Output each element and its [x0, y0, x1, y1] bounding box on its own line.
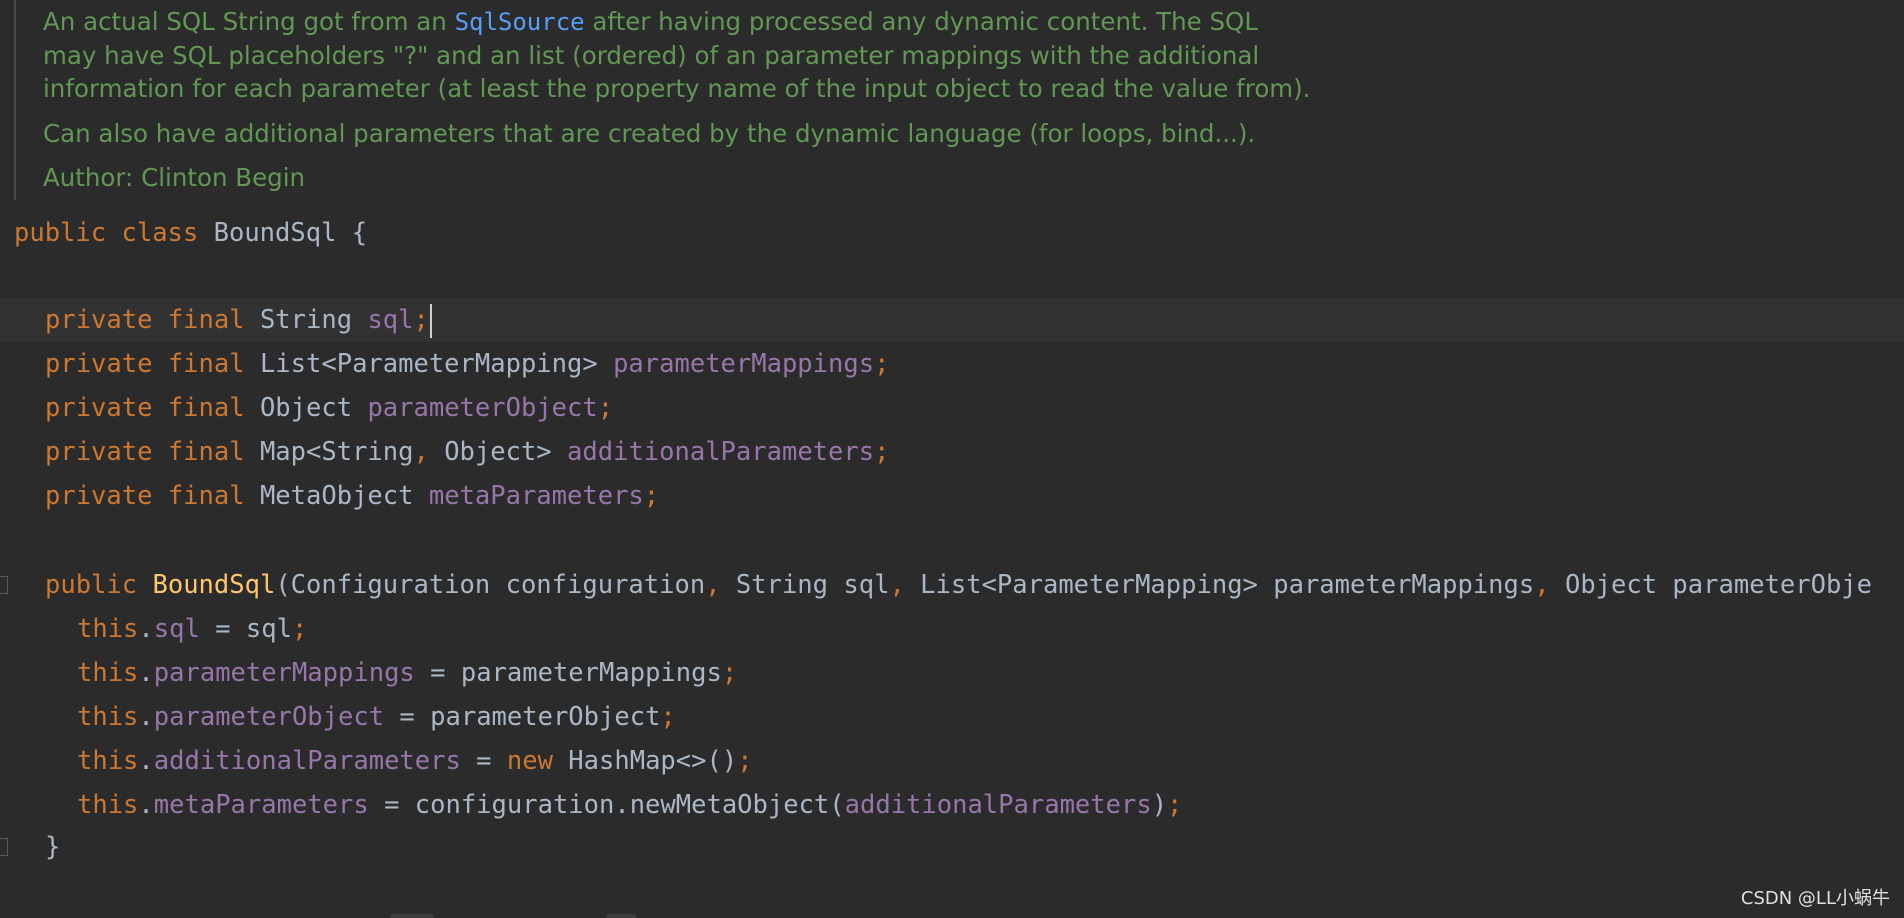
field-line-sql[interactable]: private final String sql;	[45, 300, 432, 340]
keyword-private: private	[45, 437, 153, 467]
param: Object parameterObje	[1549, 570, 1873, 600]
class-declaration-line[interactable]: public class BoundSql {	[14, 213, 367, 253]
field-ref: sql	[153, 614, 200, 644]
fold-marker-icon[interactable]	[0, 576, 8, 594]
scrollbar-stub	[606, 914, 636, 918]
text-caret	[429, 304, 432, 338]
field-line-parametermappings[interactable]: private final List<ParameterMapping> par…	[45, 344, 889, 384]
param: List<ParameterMapping> parameterMappings	[904, 570, 1535, 600]
body-line-parameterobject[interactable]: this.parameterObject = parameterObject;	[77, 697, 676, 737]
assignment: = sql	[199, 614, 292, 644]
scrollbar-stub	[390, 914, 434, 918]
keyword-public: public	[45, 570, 138, 600]
field-ref: metaParameters	[153, 790, 369, 820]
keyword-private: private	[45, 349, 153, 379]
keyword-final: final	[167, 437, 245, 467]
field-name[interactable]: parameterObject	[367, 393, 597, 423]
comma: ,	[413, 437, 429, 467]
field-name[interactable]: sql	[367, 305, 413, 335]
javadoc-text: after having processed any dynamic conte…	[584, 7, 1258, 36]
field-ref: parameterObject	[153, 702, 385, 732]
body-line-parametermappings[interactable]: this.parameterMappings = parameterMappin…	[77, 653, 737, 693]
keyword-private: private	[45, 393, 153, 423]
keyword-this: this	[77, 746, 139, 776]
field-name[interactable]: additionalParameters	[567, 437, 874, 467]
comma: ,	[1534, 570, 1550, 600]
field-name[interactable]: parameterMappings	[613, 349, 874, 379]
semicolon: ;	[721, 658, 738, 688]
keyword-final: final	[167, 305, 245, 335]
class-name[interactable]: BoundSql	[214, 218, 337, 248]
field-name[interactable]: metaParameters	[429, 481, 644, 511]
method-call: = configuration.newMetaObject(	[368, 790, 845, 820]
semicolon: ;	[291, 614, 308, 644]
field-line-parameterobject[interactable]: private final Object parameterObject;	[45, 388, 613, 428]
javadoc-rendered-block: An actual SQL String got from an SqlSour…	[14, 0, 1904, 200]
semicolon: ;	[874, 437, 890, 467]
body-line-metaparameters[interactable]: this.metaParameters = configuration.newM…	[77, 785, 1182, 825]
semicolon: ;	[643, 481, 660, 511]
comma: ,	[705, 570, 721, 600]
param: (Configuration configuration	[275, 570, 706, 600]
javadoc-line-2: may have SQL placeholders "?" and an lis…	[43, 41, 1260, 70]
keyword-final: final	[167, 393, 245, 423]
semicolon: ;	[874, 349, 890, 379]
keyword-public: public	[14, 218, 107, 248]
field-type: Map<String	[259, 437, 414, 467]
keyword-this: this	[77, 658, 139, 688]
field-type: Object>	[428, 437, 552, 467]
javadoc-line-1: An actual SQL String got from an SqlSour…	[43, 6, 1258, 38]
field-ref: parameterMappings	[153, 658, 415, 688]
javadoc-line-3: information for each parameter (at least…	[43, 74, 1311, 103]
keyword-private: private	[45, 481, 153, 511]
field-type: List<ParameterMapping>	[259, 349, 598, 379]
dot: .	[138, 614, 154, 644]
fold-marker-icon[interactable]	[0, 838, 8, 856]
semicolon: ;	[737, 746, 753, 776]
assignment: = parameterObject	[384, 702, 661, 732]
constructor-name[interactable]: BoundSql	[152, 570, 275, 600]
watermark: CSDN @LL小蜗牛	[1740, 888, 1890, 909]
field-line-metaparameters[interactable]: private final MetaObject metaParameters;	[45, 476, 659, 516]
close-paren: )	[1151, 790, 1168, 820]
open-brace: {	[336, 218, 368, 248]
field-type: Object	[259, 393, 353, 423]
keyword-final: final	[167, 481, 245, 511]
assignment: = parameterMappings	[414, 658, 722, 688]
keyword-new: new	[506, 746, 553, 776]
constructor-signature-line[interactable]: public BoundSql(Configuration configurat…	[45, 565, 1872, 605]
keyword-this: this	[77, 790, 139, 820]
keyword-this: this	[77, 702, 139, 732]
field-line-additionalparameters[interactable]: private final Map<String, Object> additi…	[45, 432, 889, 472]
keyword-private: private	[45, 305, 153, 335]
semicolon: ;	[660, 702, 676, 732]
assignment: =	[460, 746, 507, 776]
dot: .	[138, 790, 154, 820]
semicolon: ;	[597, 393, 614, 423]
keyword-class: class	[121, 218, 199, 248]
comma: ,	[889, 570, 905, 600]
dot: .	[138, 658, 154, 688]
keyword-this: this	[77, 614, 139, 644]
param: String sql	[720, 570, 890, 600]
field-type: MetaObject	[259, 481, 414, 511]
dot: .	[138, 702, 154, 732]
body-line-sql[interactable]: this.sql = sql;	[77, 609, 307, 649]
javadoc-line-4: Can also have additional parameters that…	[43, 119, 1256, 148]
argument: additionalParameters	[844, 790, 1152, 820]
semicolon: ;	[1167, 790, 1183, 820]
field-type: String	[259, 305, 353, 335]
javadoc-text: An actual SQL String got from an	[43, 7, 455, 36]
constructor-close-brace: }	[45, 832, 61, 862]
dot: .	[138, 746, 154, 776]
field-ref: additionalParameters	[153, 746, 461, 776]
keyword-final: final	[167, 349, 245, 379]
semicolon: ;	[413, 305, 429, 335]
code-editor[interactable]: An actual SQL String got from an SqlSour…	[0, 0, 1904, 918]
javadoc-author: Author: Clinton Begin	[43, 163, 306, 192]
body-line-additionalparameters[interactable]: this.additionalParameters = new HashMap<…	[77, 741, 753, 781]
constructor-call: HashMap<>()	[552, 746, 738, 776]
sqlsource-link[interactable]: SqlSource	[455, 8, 585, 36]
